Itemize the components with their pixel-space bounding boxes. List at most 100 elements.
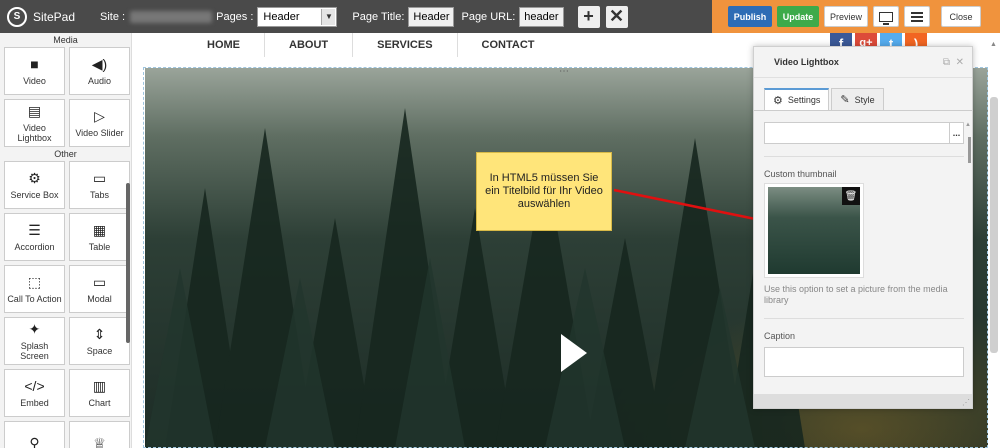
widget-space[interactable]: ⇕ Space [69,317,130,365]
hamburger-icon [911,11,923,22]
video-camera-icon: ■ [30,55,39,72]
widget-table[interactable]: ▦ Table [69,213,130,261]
site-label: Site : [100,10,126,23]
widget-accordion[interactable]: ☰ Accordion [4,213,65,261]
page-url-input[interactable]: header [519,6,564,27]
video-slider-icon: ▷ [94,107,105,124]
action-bar: Publish Update Preview Close [712,0,1000,33]
tooltip-text: In HTML5 müssen Sie ein Titelbild für Ih… [485,172,603,210]
accordion-icon: ☰ [28,221,41,238]
nav-contact[interactable]: CONTACT [458,33,559,57]
panel-footer: ⋰ [754,394,972,408]
video-lightbox-panel: Video Lightbox ⧉ ✕ ⚙ Settings ✎ Style ... … [753,46,973,409]
canvas-scrollbar[interactable] [990,97,998,353]
sitepad-logo-icon: S [7,6,27,27]
play-icon[interactable] [561,334,587,372]
tab-settings[interactable]: ⚙ Settings [764,88,830,110]
other-widgets: ⚙ Service Box ▭ Tabs ☰ Accordion ▦ Table ⬚ Ca… [0,161,131,448]
popout-icon[interactable]: ⧉ [943,47,950,78]
caption-label: Caption [764,331,796,341]
widget-label: Modal [87,293,112,304]
widget-label: Table [88,241,111,252]
widget-trophy[interactable]: ♕ [69,421,130,448]
trash-icon[interactable]: 🗑 [842,187,860,205]
widget-audio[interactable]: ◀) Audio [69,47,130,95]
drag-handle-icon[interactable]: ⋯ [559,66,570,77]
site-name-blurred [130,10,213,23]
html5-thumbnail-tooltip: In HTML5 müssen Sie ein Titelbild für Ih… [476,152,612,231]
video-source-input[interactable] [764,122,950,144]
film-icon: ▤ [27,102,42,119]
scroll-up-icon[interactable]: ▲ [965,122,971,128]
custom-thumbnail-label: Custom thumbnail [764,169,837,179]
caption-input[interactable] [764,347,964,377]
x-icon: ✕ [609,6,625,26]
table-icon: ▦ [92,221,107,238]
widget-video-lightbox[interactable]: ▤ Video Lightbox [4,99,65,147]
device-view-button[interactable] [873,6,899,27]
tab-style[interactable]: ✎ Style [831,88,884,110]
widget-modal[interactable]: ▭ Modal [69,265,130,313]
widget-label: Embed [20,397,49,408]
map-icon: ⚲ [29,434,40,448]
widget-call-to-action[interactable]: ⬚ Call To Action [4,265,65,313]
gear-icon: ⚙ [28,169,41,186]
section-title-other: Other [54,149,77,159]
panel-title: Video Lightbox [774,57,839,67]
gear-icon: ⚙ [773,94,783,107]
widget-tabs[interactable]: ▭ Tabs [69,161,130,209]
widget-label: Space [86,345,113,356]
sidebar-scrollbar[interactable] [126,183,130,343]
tab-label: Settings [787,95,821,105]
panel-settings-body: ... Custom thumbnail 🗑 Use this option t… [764,122,964,377]
menu-button[interactable] [904,6,930,27]
widget-sidebar: Media ■ Video ◀) Audio ▤ Video Lightbox ▷ Vi… [0,33,132,448]
thumbnail-help-text: Use this option to set a picture from th… [764,284,948,305]
pages-label: Pages : [216,10,254,23]
section-title-media: Media [53,35,78,45]
nav-home[interactable]: HOME [183,33,265,57]
widget-label: Tabs [89,189,109,200]
panel-header: Video Lightbox ⧉ ✕ [754,47,972,78]
divider [764,156,964,157]
nav-about[interactable]: ABOUT [265,33,354,57]
widget-label: Splash Screen [20,340,49,361]
monitor-icon [879,11,893,25]
publish-button[interactable]: Publish [728,6,772,27]
nav-services[interactable]: SERVICES [353,33,458,57]
close-button[interactable]: Close [941,6,981,27]
thumbnail-picker[interactable]: 🗑 [764,183,864,278]
delete-page-button[interactable]: ✕ [605,5,628,28]
close-icon[interactable]: ✕ [956,47,964,78]
bar-chart-icon: ▥ [92,377,107,394]
widget-video[interactable]: ■ Video [4,47,65,95]
widget-embed[interactable]: </> Embed [4,369,65,417]
widget-service-box[interactable]: ⚙ Service Box [4,161,65,209]
logo: S SitePad [7,6,76,27]
add-page-button[interactable]: + [577,5,600,28]
resize-grip-icon[interactable]: ⋰ [962,398,970,407]
widget-chart[interactable]: ▥ Chart [69,369,130,417]
pages-select[interactable]: Header ▼ [257,6,338,27]
widget-map[interactable]: ⚲ [4,421,65,448]
widget-splash-screen[interactable]: ✦ Splash Screen [4,317,65,365]
space-icon: ⇕ [93,325,106,342]
update-button[interactable]: Update [777,6,819,27]
splash-icon: ✦ [28,320,41,337]
page-url-label: Page URL: [461,10,516,23]
modal-icon: ▭ [92,273,107,290]
widget-video-slider[interactable]: ▷ Video Slider [69,99,130,147]
tab-divider [754,110,972,111]
preview-button[interactable]: Preview [824,6,868,27]
plus-icon: + [583,6,594,26]
page-title-input[interactable]: Header [408,6,455,27]
app-name: SitePad [33,9,76,24]
widget-label: Chart [88,397,111,408]
widget-label: Video Slider [75,127,124,138]
code-icon: </> [24,377,45,394]
media-widgets: ■ Video ◀) Audio ▤ Video Lightbox ▷ Video Sl… [0,47,131,147]
scroll-up-icon[interactable]: ▲ [990,41,998,49]
widget-label: Accordion [14,241,55,252]
browse-button[interactable]: ... [950,122,964,144]
panel-scrollbar[interactable] [968,137,971,163]
